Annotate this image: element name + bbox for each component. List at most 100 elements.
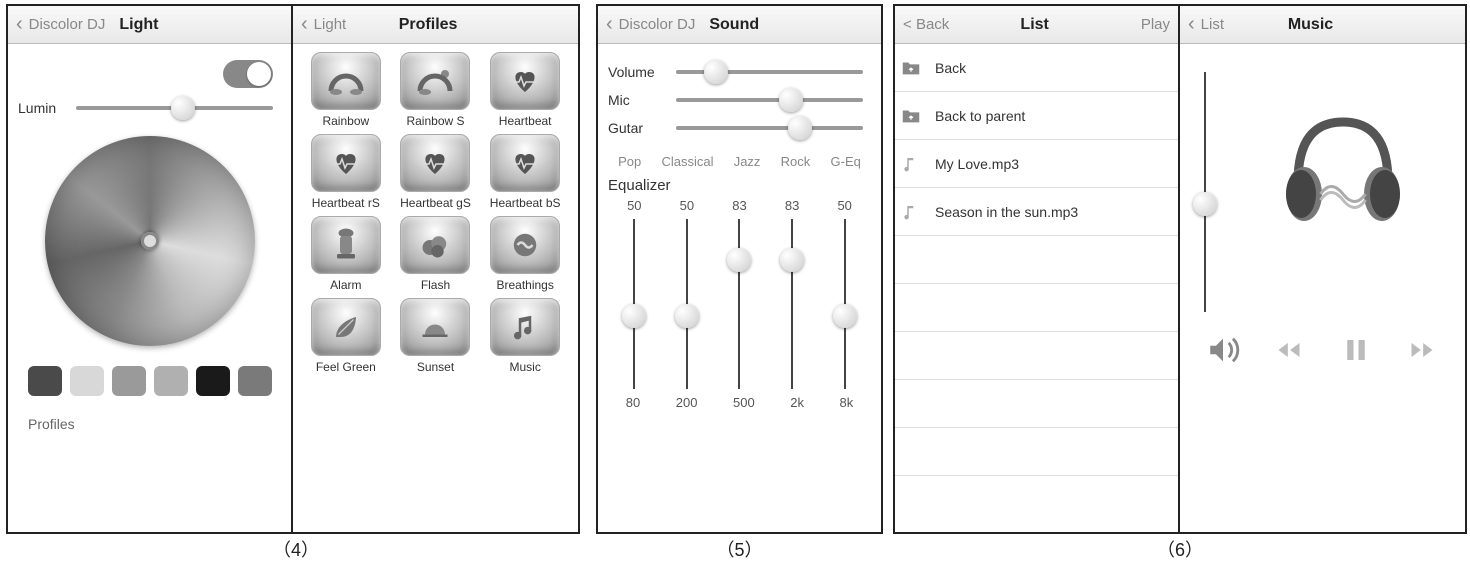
eq-values: 50 50 83 83 50 bbox=[608, 198, 871, 213]
eq-preset[interactable]: Jazz bbox=[734, 154, 761, 169]
profile-label: Breathings bbox=[482, 278, 568, 292]
eq-sliders bbox=[608, 219, 871, 389]
rainbow-icon bbox=[311, 52, 381, 110]
eq-value: 83 bbox=[732, 198, 746, 213]
list-item bbox=[895, 380, 1178, 428]
list-item[interactable]: Back to parent bbox=[895, 92, 1178, 140]
next-button[interactable] bbox=[1400, 332, 1444, 368]
heartbeat-icon bbox=[311, 134, 381, 192]
album-art bbox=[1230, 52, 1455, 282]
speaker-button[interactable] bbox=[1201, 332, 1245, 368]
page-title: Music bbox=[1228, 16, 1393, 34]
list-item[interactable]: My Love.mp3 bbox=[895, 140, 1178, 188]
power-toggle[interactable] bbox=[223, 60, 273, 88]
profiles-grid: Rainbow Rainbow SHeartbeat Heartbeat rS Hea… bbox=[303, 52, 568, 374]
screen-profiles: ‹ Light Profiles RainbowRainbow SHeartbe… bbox=[293, 4, 580, 534]
profile-label: Sunset bbox=[393, 360, 479, 374]
swatch[interactable] bbox=[28, 366, 62, 396]
eq-value: 50 bbox=[680, 198, 694, 213]
back-label[interactable]: List bbox=[1201, 16, 1224, 33]
lumin-slider[interactable] bbox=[76, 106, 273, 110]
eq-value: 50 bbox=[837, 198, 851, 213]
header: ‹ Discolor DJ Light bbox=[8, 6, 291, 44]
profile-item[interactable]: Heartbeat rS bbox=[303, 134, 389, 210]
profile-item[interactable]: Rainbow S bbox=[393, 52, 479, 128]
profile-label: Heartbeat gS bbox=[393, 196, 479, 210]
eq-freq: 2k bbox=[790, 395, 804, 410]
list-item bbox=[895, 236, 1178, 284]
profile-item[interactable]: Heartbeat bbox=[482, 52, 568, 128]
sunset-icon bbox=[400, 298, 470, 356]
profile-label: Heartbeat rS bbox=[303, 196, 389, 210]
eq-preset[interactable]: Pop bbox=[618, 154, 641, 169]
profile-item[interactable]: Flash bbox=[393, 216, 479, 292]
swatch[interactable] bbox=[70, 366, 104, 396]
eq-value: 83 bbox=[785, 198, 799, 213]
back-button[interactable]: < Back bbox=[903, 16, 949, 33]
figure-label: （5） bbox=[716, 536, 762, 562]
color-wheel[interactable] bbox=[45, 136, 255, 346]
mic-slider[interactable] bbox=[676, 98, 863, 102]
profile-item[interactable]: Heartbeat gS bbox=[393, 134, 479, 210]
back-label[interactable]: Discolor DJ bbox=[619, 16, 696, 33]
list-item[interactable]: Season in the sun.mp3 bbox=[895, 188, 1178, 236]
heartbeat-icon bbox=[490, 52, 560, 110]
figure-label: （4） bbox=[273, 536, 319, 562]
swatch[interactable] bbox=[112, 366, 146, 396]
profile-item[interactable]: Music bbox=[482, 298, 568, 374]
eq-preset[interactable]: Classical bbox=[661, 154, 713, 169]
profile-label: Rainbow S bbox=[393, 114, 479, 128]
back-chevron-icon[interactable]: ‹ bbox=[606, 13, 613, 36]
swatch-row bbox=[18, 366, 281, 396]
profile-label: Heartbeat bbox=[482, 114, 568, 128]
folder-up-icon bbox=[899, 56, 923, 80]
eq-freq: 80 bbox=[626, 395, 640, 410]
profile-item[interactable]: Rainbow bbox=[303, 52, 389, 128]
eq-band-slider[interactable] bbox=[633, 219, 635, 389]
eq-band-slider[interactable] bbox=[738, 219, 740, 389]
swatch[interactable] bbox=[196, 366, 230, 396]
profiles-link[interactable]: Profiles bbox=[18, 416, 281, 432]
list-item bbox=[895, 284, 1178, 332]
header: < Back List Play bbox=[895, 6, 1178, 44]
eq-band-slider[interactable] bbox=[844, 219, 846, 389]
gutar-slider[interactable] bbox=[676, 126, 863, 130]
prev-button[interactable] bbox=[1267, 332, 1311, 368]
back-label[interactable]: Discolor DJ bbox=[29, 16, 106, 33]
breathing-icon bbox=[490, 216, 560, 274]
music-volume-slider[interactable] bbox=[1204, 72, 1206, 312]
slider-label: Volume bbox=[608, 64, 668, 80]
list-item[interactable]: Back bbox=[895, 44, 1178, 92]
back-label[interactable]: Light bbox=[314, 16, 347, 33]
back-chevron-icon[interactable]: ‹ bbox=[16, 13, 23, 36]
eq-band-slider[interactable] bbox=[791, 219, 793, 389]
slider-label: Mic bbox=[608, 92, 668, 108]
swatch[interactable] bbox=[238, 366, 272, 396]
eq-value: 50 bbox=[627, 198, 641, 213]
page-title: Light bbox=[109, 16, 283, 34]
pause-button[interactable] bbox=[1334, 332, 1378, 368]
profile-label: Flash bbox=[393, 278, 479, 292]
profile-item[interactable]: Feel Green bbox=[303, 298, 389, 374]
music-note-icon bbox=[899, 152, 923, 176]
profile-label: Alarm bbox=[303, 278, 389, 292]
profile-item[interactable]: Heartbeat bS bbox=[482, 134, 568, 210]
profile-item[interactable]: Sunset bbox=[393, 298, 479, 374]
page-title: List bbox=[953, 16, 1116, 34]
eq-title: Equalizer bbox=[608, 177, 871, 194]
volume-slider[interactable] bbox=[676, 70, 863, 74]
list-item bbox=[895, 428, 1178, 476]
list-item-label: Back bbox=[935, 60, 966, 76]
eq-band-slider[interactable] bbox=[686, 219, 688, 389]
swatch[interactable] bbox=[154, 366, 188, 396]
back-chevron-icon[interactable]: ‹ bbox=[301, 13, 308, 36]
eq-preset[interactable]: G-Eq bbox=[831, 154, 861, 169]
play-button[interactable]: Play bbox=[1120, 16, 1170, 33]
back-chevron-icon[interactable]: ‹ bbox=[1188, 13, 1195, 36]
profile-item[interactable]: Breathings bbox=[482, 216, 568, 292]
eq-preset[interactable]: Rock bbox=[781, 154, 811, 169]
profile-item[interactable]: Alarm bbox=[303, 216, 389, 292]
music-icon bbox=[490, 298, 560, 356]
screen-music: ‹ List Music bbox=[1180, 4, 1467, 534]
eq-freq: 200 bbox=[676, 395, 698, 410]
